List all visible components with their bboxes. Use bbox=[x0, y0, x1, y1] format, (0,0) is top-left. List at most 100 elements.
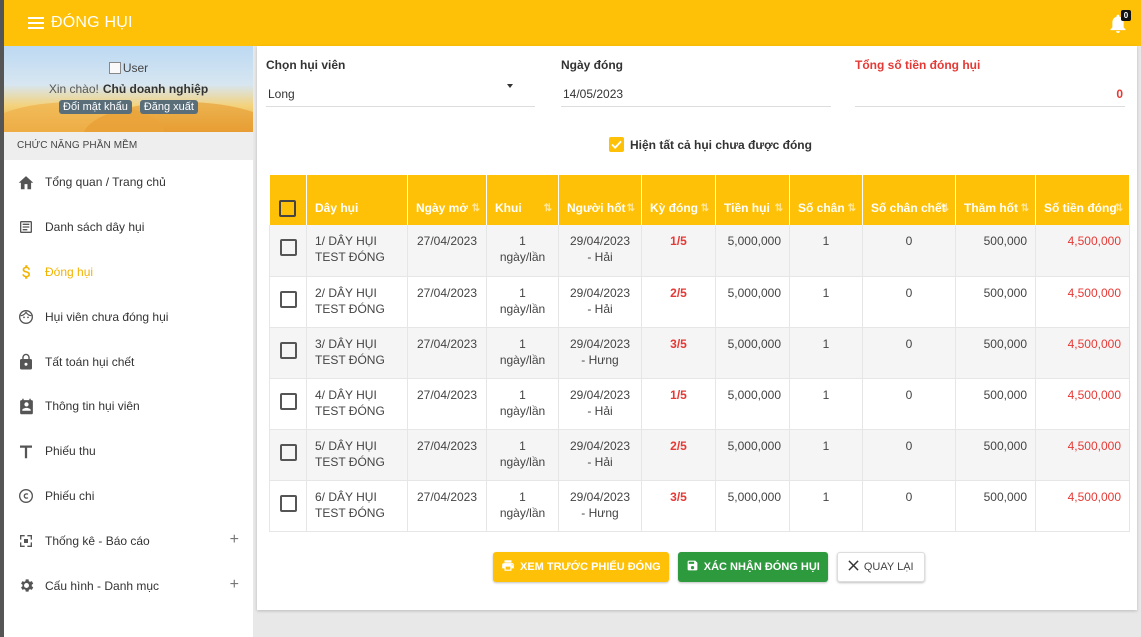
sort-icon[interactable]: ⇅ bbox=[941, 200, 949, 217]
preview-button[interactable]: XEM TRƯỚC PHIẾU ĐÓNG bbox=[493, 552, 669, 582]
sort-icon[interactable]: ⇅ bbox=[701, 200, 709, 217]
table-cell: 5,000,000 bbox=[715, 327, 790, 379]
sort-icon[interactable]: ⇅ bbox=[1021, 200, 1029, 217]
user-role: Chủ doanh nghiệp bbox=[102, 82, 209, 96]
table-cell: 1/5 bbox=[641, 225, 716, 277]
menu-icon[interactable] bbox=[28, 17, 44, 29]
table-row[interactable]: 3/ DÂY HỤI TEST ĐÓNG 27/04/2023 1 ngày/lần… bbox=[269, 327, 1130, 379]
close-icon bbox=[848, 560, 859, 574]
col-header[interactable]: Khui ⇅ bbox=[486, 175, 559, 225]
table-cell: 1 bbox=[789, 429, 863, 481]
sort-icon[interactable]: ⇅ bbox=[848, 200, 856, 217]
table-cell: 6/ DÂY HỤI TEST ĐÓNG bbox=[306, 480, 408, 532]
expand-plus-icon[interactable]: + bbox=[230, 576, 239, 594]
table-cell: 1 bbox=[789, 378, 863, 430]
show-all-checkbox[interactable]: Hiện tất cả hụi chưa được đóng bbox=[609, 137, 812, 152]
change-password-button[interactable]: Đổi mật khẩu bbox=[59, 100, 132, 114]
table-cell: 500,000 bbox=[955, 378, 1036, 430]
sidebar-item-unpaid-members[interactable]: Hụi viên chưa đóng hụi bbox=[4, 294, 253, 339]
table-cell: 1 bbox=[789, 327, 863, 379]
main-panel: Chọn hụi viên Long Ngày đóng 14/05/2023 … bbox=[257, 46, 1137, 610]
table-cell: 4/ DÂY HỤI TEST ĐÓNG bbox=[306, 378, 408, 430]
col-header[interactable]: Số chân ⇅ bbox=[789, 175, 863, 225]
profile-panel: User Xin chào! Chủ doanh nghiệp Đổi mật k… bbox=[4, 46, 253, 132]
row-checkbox[interactable] bbox=[279, 443, 297, 461]
checkmark-icon[interactable] bbox=[609, 137, 624, 152]
sidebar-item-hui-list[interactable]: Danh sách dây hụi bbox=[4, 205, 253, 250]
sidebar-item-member-info[interactable]: Thông tin hụi viên bbox=[4, 384, 253, 429]
table-cell: 5,000,000 bbox=[715, 225, 790, 277]
table-cell: 500,000 bbox=[955, 276, 1036, 328]
table-cell: 5,000,000 bbox=[715, 276, 790, 328]
row-select-cell bbox=[269, 429, 307, 481]
table-row[interactable]: 5/ DÂY HỤI TEST ĐÓNG 27/04/2023 1 ngày/lần… bbox=[269, 429, 1130, 481]
table-row[interactable]: 2/ DÂY HỤI TEST ĐÓNG 27/04/2023 1 ngày/lần… bbox=[269, 276, 1130, 328]
col-header[interactable]: Kỳ đóng ⇅ bbox=[641, 175, 716, 225]
sidebar-item-payment[interactable]: Phiếu chi bbox=[4, 474, 253, 519]
sidebar-item-label: Hụi viên chưa đóng hụi bbox=[45, 309, 169, 324]
row-checkbox[interactable] bbox=[279, 239, 297, 256]
select-all-checkbox[interactable] bbox=[279, 200, 297, 217]
table-row[interactable]: 1/ DÂY HỤI TEST ĐÓNG 27/04/2023 1 ngày/lần… bbox=[269, 225, 1130, 277]
sidebar-item-settle-dead[interactable]: Tất toán hụi chết bbox=[4, 339, 253, 384]
row-checkbox[interactable] bbox=[279, 341, 297, 359]
table-cell: 3/5 bbox=[641, 327, 716, 379]
row-checkbox[interactable] bbox=[279, 494, 297, 512]
table-cell: 29/04/2023 - Hưng bbox=[558, 327, 642, 379]
confirm-button-label: XÁC NHẬN ĐÓNG HỤI bbox=[703, 561, 820, 573]
table-cell: 0 bbox=[862, 378, 956, 430]
sort-icon[interactable]: ⇅ bbox=[1115, 200, 1123, 217]
table-cell: 1 ngày/lần bbox=[486, 429, 559, 481]
sort-icon[interactable]: ⇅ bbox=[775, 200, 783, 217]
greeting-text: Xin chào! bbox=[48, 82, 99, 96]
sidebar-item-overview[interactable]: Tổng quan / Trang chủ bbox=[4, 160, 253, 205]
preview-button-label: XEM TRƯỚC PHIẾU ĐÓNG bbox=[520, 561, 661, 573]
table-row[interactable]: 4/ DÂY HỤI TEST ĐÓNG 27/04/2023 1 ngày/lần… bbox=[269, 378, 1130, 430]
logout-button[interactable]: Đăng xuất bbox=[139, 100, 198, 114]
member-select[interactable]: Long bbox=[266, 82, 535, 107]
col-header[interactable]: Số chân chết ⇅ bbox=[862, 175, 956, 225]
sidebar-item-receipt[interactable]: Phiếu thu bbox=[4, 429, 253, 474]
table-cell: 1 ngày/lần bbox=[486, 276, 559, 328]
hui-table: Dây hụi Ngày mở ⇅ Khui ⇅ Người hốt ⇅ Kỳ đón… bbox=[269, 175, 1130, 532]
total-label: Tổng số tiền đóng hụi bbox=[855, 58, 981, 72]
col-header[interactable]: Ngày mở ⇅ bbox=[407, 175, 487, 225]
col-header[interactable]: Thăm hốt ⇅ bbox=[955, 175, 1036, 225]
table-cell: 500,000 bbox=[955, 429, 1036, 481]
chevron-down-icon[interactable] bbox=[507, 84, 513, 88]
show-all-label: Hiện tất cả hụi chưa được đóng bbox=[630, 137, 812, 152]
total-field: Tổng số tiền đóng hụi 0 bbox=[855, 58, 1125, 107]
avatar-alt-text: User bbox=[122, 61, 149, 75]
save-icon bbox=[686, 559, 699, 575]
expand-plus-icon[interactable]: + bbox=[230, 531, 239, 549]
table-cell: 0 bbox=[862, 480, 956, 532]
col-header[interactable]: Tiền hụi ⇅ bbox=[715, 175, 790, 225]
row-checkbox[interactable] bbox=[279, 392, 297, 410]
row-checkbox[interactable] bbox=[279, 290, 297, 308]
col-header[interactable]: Người hốt ⇅ bbox=[558, 175, 642, 225]
table-cell: 500,000 bbox=[955, 327, 1036, 379]
table-cell: 500,000 bbox=[955, 225, 1036, 277]
confirm-button[interactable]: XÁC NHẬN ĐÓNG HỤI bbox=[677, 552, 828, 582]
table-cell: 0 bbox=[862, 429, 956, 481]
col-header[interactable]: Dây hụi bbox=[306, 175, 408, 225]
sidebar-item-report[interactable]: Thống kê - Báo cáo + bbox=[4, 518, 253, 563]
table-cell: 4,500,000 bbox=[1035, 327, 1130, 379]
sidebar-item-config[interactable]: Cấu hình - Danh mục + bbox=[4, 563, 253, 608]
table-cell: 2/ DÂY HỤI TEST ĐÓNG bbox=[306, 276, 408, 328]
back-button[interactable]: QUAY LẠI bbox=[836, 552, 925, 582]
action-bar: XEM TRƯỚC PHIẾU ĐÓNG XÁC NHẬN ĐÓNG HỤI Q… bbox=[493, 552, 925, 582]
table-cell: 1/5 bbox=[641, 378, 716, 430]
greeting: Xin chào! Chủ doanh nghiệp bbox=[4, 82, 253, 96]
notification-bell-icon[interactable]: 0 bbox=[1109, 10, 1131, 34]
table-cell: 4,500,000 bbox=[1035, 480, 1130, 532]
sort-icon[interactable]: ⇅ bbox=[472, 200, 480, 217]
sort-icon[interactable]: ⇅ bbox=[627, 200, 635, 217]
sort-icon[interactable]: ⇅ bbox=[544, 200, 552, 217]
table-cell: 5,000,000 bbox=[715, 429, 790, 481]
sidebar-item-dong-hui[interactable]: Đóng hụi bbox=[4, 250, 253, 295]
date-input[interactable]: 14/05/2023 bbox=[561, 82, 831, 107]
col-header[interactable]: Số tiền đóng ⇅ bbox=[1035, 175, 1130, 225]
table-row[interactable]: 6/ DÂY HỤI TEST ĐÓNG 27/04/2023 1 ngày/lần… bbox=[269, 480, 1130, 532]
table-cell: 27/04/2023 bbox=[407, 480, 487, 532]
